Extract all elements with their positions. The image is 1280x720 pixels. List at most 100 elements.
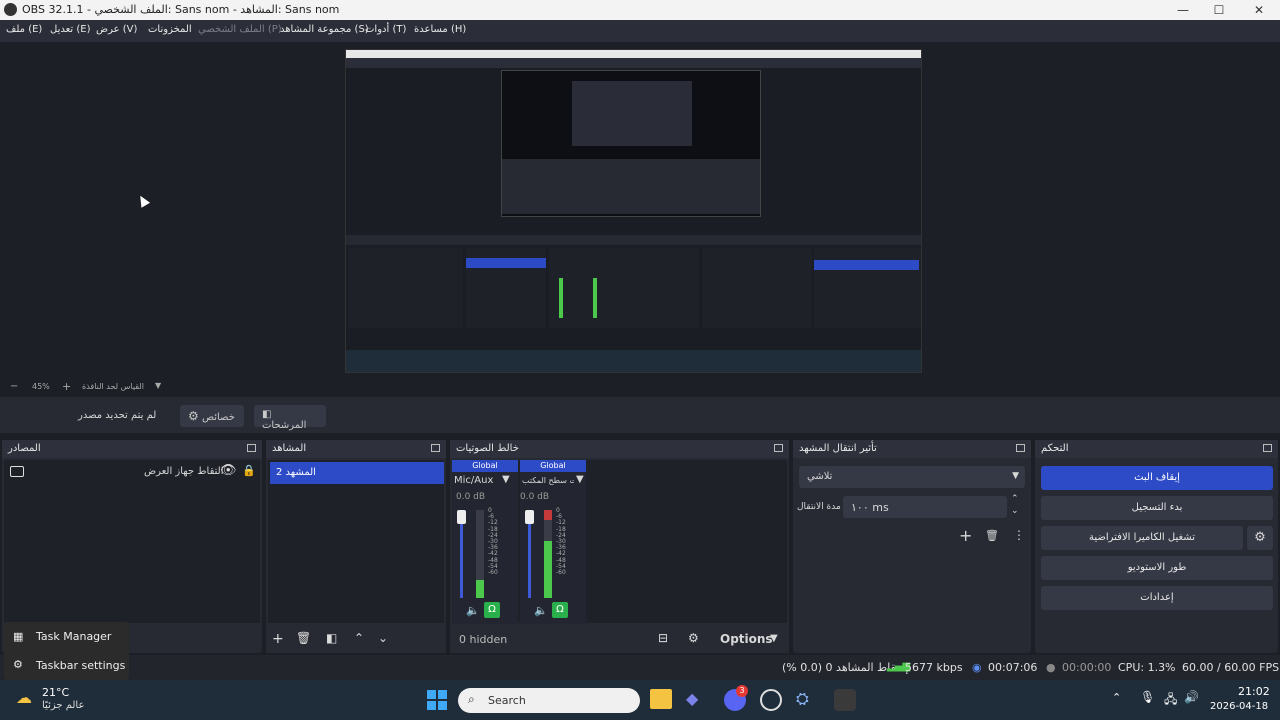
taskbar-settings-item[interactable]: Taskbar settings — [36, 659, 125, 672]
minimize-button[interactable]: — — [1164, 0, 1202, 20]
channel-1-db: 0.0 dB — [456, 492, 486, 502]
move-down-icon[interactable]: ⌄ — [378, 631, 388, 645]
weather-temp: 21°C — [42, 686, 70, 699]
nested-preview-inner — [572, 81, 692, 146]
dock-popout-icon[interactable] — [247, 444, 256, 452]
nested-context-bar — [346, 235, 921, 245]
dock-popout-icon[interactable] — [1263, 444, 1272, 452]
options-chevron-icon[interactable]: ▼ — [770, 633, 778, 644]
zoom-mode-chevron-icon[interactable]: ▼ — [155, 381, 161, 390]
studio-mode-button[interactable]: طور الاستوديو — [1041, 556, 1273, 580]
channel-1-monitor-icon[interactable]: Ω — [484, 602, 500, 618]
controls-dock-title: التحكم — [1041, 443, 1069, 454]
virtual-camera-settings-icon[interactable]: ⚙ — [1247, 526, 1273, 550]
sources-dock-header: المصادر — [2, 440, 262, 458]
chevron-down-icon: ▼ — [1012, 471, 1019, 481]
channel-1-menu-icon[interactable]: ▼ — [502, 474, 510, 485]
clock-time[interactable]: 21:02 — [1238, 685, 1270, 698]
task-manager-item[interactable]: Task Manager — [36, 630, 111, 643]
app-icon[interactable] — [834, 689, 856, 711]
zoom-level: 45% — [32, 382, 50, 391]
lock-icon[interactable]: 🔒 — [242, 464, 256, 477]
menu-scene-collection[interactable]: مجموعة المشاهد (S) — [280, 24, 369, 35]
menu-tools[interactable]: أدوات (T) — [365, 24, 406, 35]
file-explorer-icon[interactable] — [650, 689, 672, 709]
duration-label: مدة الانتقال — [797, 502, 841, 512]
stream-status-icon: ◉ — [972, 661, 982, 674]
windows-start-icon[interactable] — [427, 690, 447, 710]
filters-button[interactable]: ◧ المرشحات — [254, 405, 326, 431]
obs-logo-icon — [4, 3, 17, 16]
fps: 60.00 / 60.00 FPS — [1182, 661, 1280, 674]
taskbar-context-menu: ▦ Task Manager ⚙ Taskbar settings — [4, 622, 129, 680]
maximize-button[interactable]: ☐ — [1200, 0, 1238, 20]
channel-2-meter-peak — [544, 510, 552, 520]
nested-stop-stream — [814, 260, 919, 270]
dock-popout-icon[interactable] — [774, 444, 783, 452]
channel-1-fader-handle[interactable] — [457, 510, 466, 524]
zoom-in-button[interactable]: + — [62, 380, 71, 393]
nested-scene-selected — [466, 258, 546, 268]
weather-desc: عالم جزئيًا — [42, 700, 85, 711]
zoom-mode-select[interactable]: القياس لحد النافذة — [82, 382, 144, 391]
teams-icon[interactable]: ◆ — [686, 689, 708, 711]
mixer-options-button[interactable]: Options — [720, 632, 773, 646]
taskbar-search[interactable]: ⌕ Search — [458, 688, 640, 713]
menu-help[interactable]: مساعدة (H) — [414, 24, 466, 35]
weather-icon[interactable]: ☁ — [16, 688, 32, 707]
scene-item-selected[interactable]: المشهد 2 — [270, 462, 444, 484]
obs-taskbar-icon[interactable] — [760, 689, 782, 711]
virtual-camera-button[interactable]: تشغيل الكاميرا الافتراضية — [1041, 526, 1243, 550]
window-title: OBS 32.1.1 - الملف الشخصي: Sans nom - ال… — [22, 3, 340, 16]
settings-button[interactable]: إعدادات — [1041, 586, 1273, 610]
source-item-label[interactable]: التقاط جهاز العرض — [144, 466, 223, 477]
close-button[interactable]: ✕ — [1240, 0, 1278, 20]
menu-profile[interactable]: الملف الشخصي (P) — [198, 24, 282, 35]
channel-1-mute-icon[interactable]: 🔈 — [466, 604, 480, 617]
visibility-eye-icon[interactable]: 👁 — [220, 463, 237, 478]
windows-taskbar: ☁ 21°C عالم جزئيًا ⌕ Search ◆ 3 ⛭ ⌃ 🎙 🖧 … — [0, 680, 1280, 720]
remove-transition-icon[interactable]: 🗑 — [985, 529, 999, 542]
menu-view[interactable]: عرض (V) — [96, 24, 137, 35]
stop-stream-button[interactable]: إيقاف البث — [1041, 466, 1273, 490]
mixer-settings-icon[interactable]: ⚙ — [688, 631, 699, 645]
dock-popout-icon[interactable] — [431, 444, 440, 452]
mixer-layout-icon[interactable]: ⊟ — [658, 631, 668, 645]
clock-date[interactable]: 2026-04-18 — [1210, 701, 1268, 712]
channel-2-mute-icon[interactable]: 🔈 — [534, 604, 548, 617]
add-transition-icon[interactable]: + — [959, 526, 972, 545]
transitions-dock-header: تأثير انتقال المشهد — [793, 440, 1031, 458]
duration-up-icon[interactable]: ⌃ — [1011, 494, 1019, 504]
duration-down-icon[interactable]: ⌄ — [1011, 506, 1019, 516]
remove-scene-icon[interactable]: 🗑 — [296, 631, 311, 645]
nested-docks — [502, 159, 760, 214]
menu-file[interactable]: ملف (E) — [6, 24, 42, 35]
properties-label: خصائص — [201, 412, 235, 423]
channel-2-menu-icon[interactable]: ▼ — [576, 474, 584, 485]
properties-button[interactable]: ⚙ خصائص — [180, 405, 244, 427]
network-icon[interactable]: 🖧 — [1164, 690, 1177, 711]
move-up-icon[interactable]: ⌃ — [354, 631, 364, 645]
volume-icon[interactable]: 🔊 — [1184, 690, 1199, 704]
audio-mixer-dock: خالط الصوتيات Global Mic/Aux ▼ 0.0 dB 0-… — [450, 440, 789, 653]
zoom-out-button[interactable]: − — [10, 381, 18, 392]
transition-more-icon[interactable]: ⋮ — [1013, 528, 1025, 542]
menu-edit[interactable]: تعديل (E) — [50, 24, 91, 35]
start-record-button[interactable]: بدء التسجيل — [1041, 496, 1273, 520]
channel-2-monitor-icon[interactable]: Ω — [552, 602, 568, 618]
dock-popout-icon[interactable] — [1016, 444, 1025, 452]
scene-filters-icon[interactable]: ◧ — [326, 631, 337, 645]
hidden-count[interactable]: 0 hidden — [459, 633, 507, 646]
microphone-icon[interactable]: 🎙 — [1140, 690, 1155, 704]
duration-input[interactable]: ١٠٠ ms — [843, 496, 1007, 518]
preview-canvas[interactable] — [345, 49, 922, 373]
mixer-channel-2: Global صوت سطح المكتب ▼ 0.0 dB 0-6-12-18… — [520, 460, 586, 624]
add-scene-icon[interactable]: + — [272, 631, 284, 647]
channel-2-fader-handle[interactable] — [525, 510, 534, 524]
tray-overflow-icon[interactable]: ⌃ — [1112, 691, 1121, 704]
menu-docks[interactable]: المخزونات — [148, 24, 192, 35]
transition-select[interactable]: تلاشي ▼ — [799, 466, 1025, 488]
scenes-dock-header: المشاهد — [266, 440, 446, 458]
gear-icon: ⚙ — [188, 409, 199, 423]
steam-icon[interactable]: ⛭ — [796, 689, 818, 711]
